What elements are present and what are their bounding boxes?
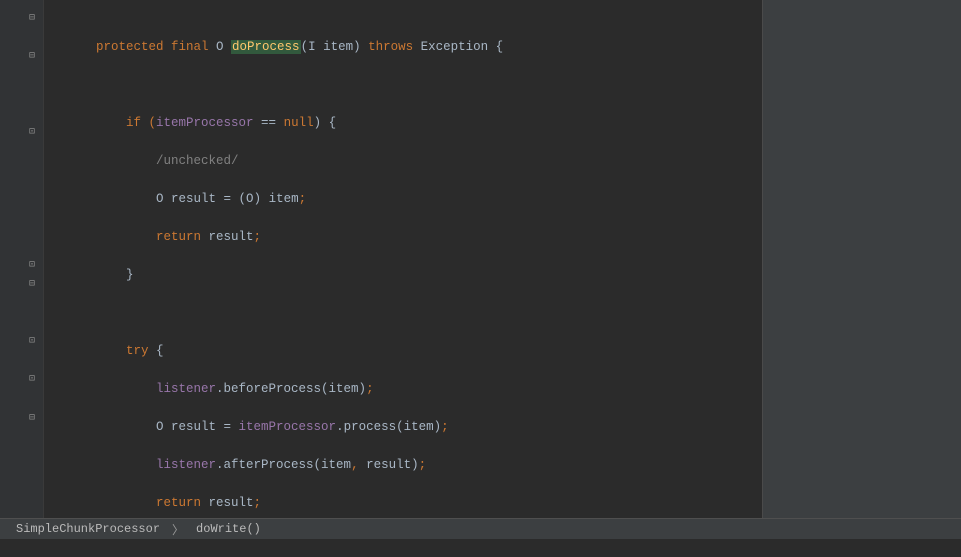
code-token: if ( xyxy=(66,116,156,130)
breadcrumb-item[interactable]: SimpleChunkProcessor xyxy=(8,522,168,536)
code-token: O xyxy=(216,40,231,54)
fold-end-icon[interactable]: ⊡ xyxy=(26,260,38,272)
fold-toggle-icon[interactable]: ⊟ xyxy=(26,13,38,25)
code-token: O xyxy=(156,420,171,434)
fold-toggle-icon[interactable]: ⊟ xyxy=(26,413,38,425)
chevron-right-icon: 〉 xyxy=(168,521,188,538)
code-token: try xyxy=(66,344,156,358)
code-token: return xyxy=(156,496,201,510)
code-token: itemProcessor xyxy=(239,420,337,434)
breadcrumb-bar: SimpleChunkProcessor 〉 doWrite() xyxy=(0,518,961,539)
method-name: doProcess xyxy=(231,40,301,54)
right-panel xyxy=(762,0,961,518)
code-token: result = ( xyxy=(171,192,246,206)
code-block[interactable]: protected final O doProcess(I item) thro… xyxy=(44,0,762,518)
code-token: result xyxy=(201,230,254,244)
code-token: Exception { xyxy=(421,40,504,54)
code-token: O xyxy=(156,192,171,206)
code-token: itemProcessor xyxy=(156,116,254,130)
code-token: .beforeProcess(item) xyxy=(216,382,366,396)
code-token: { xyxy=(156,344,164,358)
code-token: item) xyxy=(316,40,369,54)
code-token: , xyxy=(351,458,366,472)
bottom-fill xyxy=(0,539,961,557)
code-token: listener xyxy=(156,458,216,472)
code-token: result xyxy=(201,496,254,510)
code-comment: /unchecked/ xyxy=(66,154,239,168)
code-token: O xyxy=(246,192,254,206)
code-token: protected final xyxy=(66,40,216,54)
code-token: return xyxy=(156,230,201,244)
fold-end-icon[interactable]: ⊡ xyxy=(26,127,38,139)
code-token: throws xyxy=(368,40,421,54)
gutter: ⊟ ⊟ ⊡ ⊡ ⊟ ⊡ ⊡ ⊟ xyxy=(0,0,44,518)
code-token: I xyxy=(308,40,316,54)
fold-toggle-icon[interactable]: ⊟ xyxy=(26,51,38,63)
breadcrumb-item[interactable]: doWrite() xyxy=(188,522,269,536)
code-token: result) xyxy=(366,458,419,472)
code-editor[interactable]: protected final O doProcess(I item) thro… xyxy=(44,0,762,518)
code-token: .afterProcess(item xyxy=(216,458,351,472)
code-token: } xyxy=(66,268,134,282)
fold-end-icon[interactable]: ⊡ xyxy=(26,336,38,348)
fold-end-icon[interactable]: ⊡ xyxy=(26,374,38,386)
editor-wrapper: ⊟ ⊟ ⊡ ⊡ ⊟ ⊡ ⊡ ⊟ protected final O doProc… xyxy=(0,0,961,518)
code-token: null xyxy=(284,116,314,130)
code-token: ) item xyxy=(254,192,299,206)
code-token: listener xyxy=(156,382,216,396)
fold-toggle-icon[interactable]: ⊟ xyxy=(26,279,38,291)
code-token: result = xyxy=(171,420,239,434)
code-token: .process(item) xyxy=(336,420,441,434)
